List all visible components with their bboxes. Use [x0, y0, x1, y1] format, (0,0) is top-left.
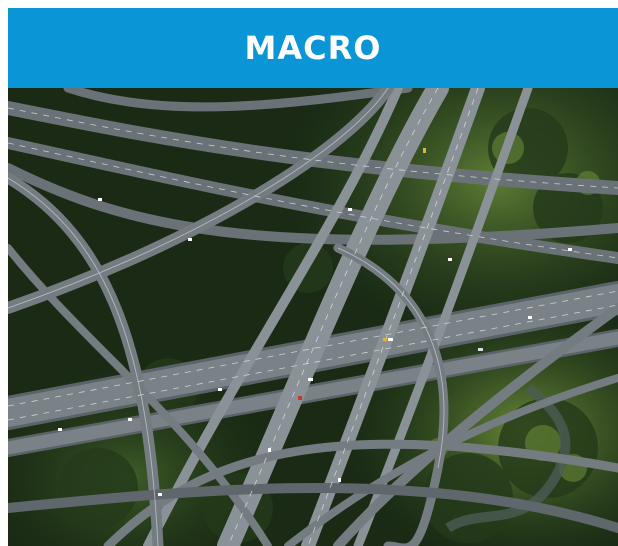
banner-title: MACRO — [244, 29, 382, 67]
header-banner: MACRO — [8, 8, 618, 88]
card: MACRO — [8, 8, 618, 546]
aerial-highway-photo — [8, 88, 618, 546]
